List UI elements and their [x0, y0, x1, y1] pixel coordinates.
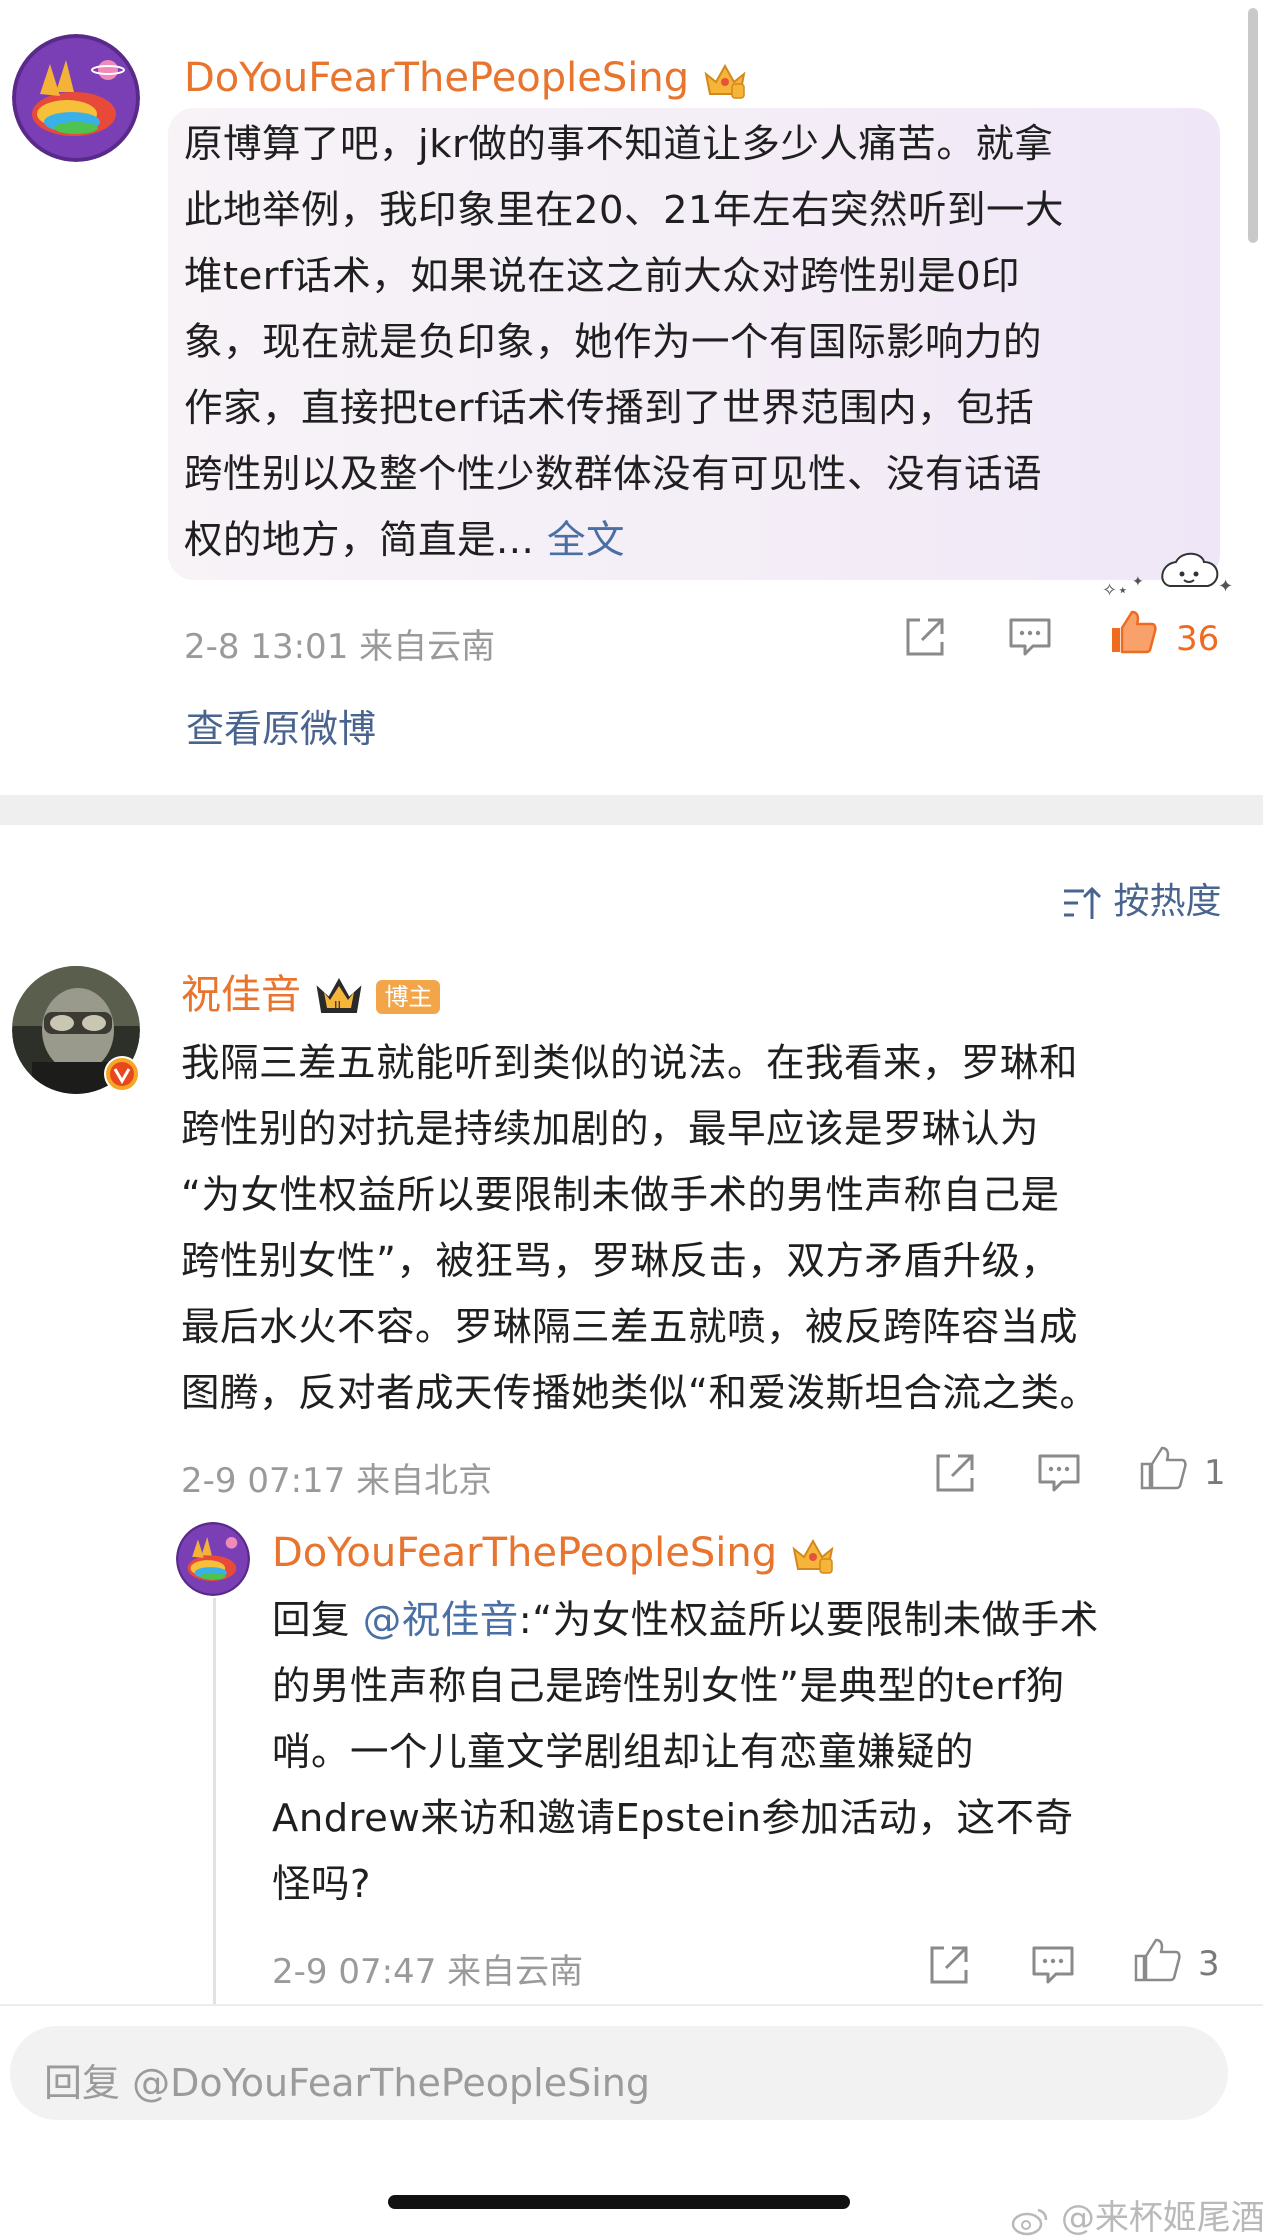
text-line: 我隔三差五就能听到类似的说法。在我看来，罗琳和: [181, 1041, 1079, 1086]
full-text-link[interactable]: 全文: [547, 518, 625, 563]
text-line: 象，现在就是负印象，她作为一个有国际影响力的: [184, 320, 1043, 365]
text-line: 图腾，反对者成天传播她类似“和爱泼斯坦合流之类。: [181, 1371, 1099, 1416]
comment-time: 2-9 07:17 来自北京: [181, 1461, 493, 1501]
text-line: 哨。一个儿童文学剧组却让有恋童嫌疑的: [272, 1730, 975, 1775]
text-line: 的男性声称自己是跨性别女性”是典型的terf狗: [272, 1664, 1065, 1709]
text-line: 跨性别女性”，被狂骂，罗琳反击，双方矛盾升级，: [181, 1239, 1060, 1284]
home-indicator[interactable]: [388, 2195, 850, 2209]
comment-text[interactable]: 我隔三差五就能听到类似的说法。在我看来，罗琳和 跨性别的对抗是持续加剧的，最早应…: [181, 1031, 1241, 1427]
reply-input[interactable]: 回复 @DoYouFearThePeopleSing: [10, 2026, 1228, 2120]
reply-username[interactable]: DoYouFearThePeopleSing: [272, 1533, 836, 1575]
svg-text:✦: ✦: [1218, 576, 1233, 597]
text-line: Andrew来访和邀请Epstein参加活动，这不奇: [272, 1796, 1074, 1841]
reply-placeholder: 回复 @DoYouFearThePeopleSing: [44, 2061, 650, 2105]
svg-text:✧⋆: ✧⋆: [1102, 580, 1128, 601]
share-icon[interactable]: [900, 612, 950, 662]
comment-icon[interactable]: [1028, 1940, 1078, 1990]
thread-line: [213, 1598, 216, 2006]
text-line: 原博算了吧，jkr做的事不知道让多少人痛苦。就拿: [184, 122, 1054, 167]
input-divider: [0, 2004, 1263, 2006]
avatar[interactable]: [176, 1522, 250, 1596]
svg-text:✦: ✦: [1132, 574, 1144, 590]
text-line: 堆terf话术，如果说在这之前大众对跨性别是0印: [184, 254, 1021, 299]
mention-link[interactable]: @祝佳音: [363, 1598, 519, 1643]
sort-toggle[interactable]: 按热度: [1062, 872, 1221, 924]
watermark-text: @来杯姬尾酒: [1060, 2198, 1263, 2237]
like-icon[interactable]: [1132, 1936, 1182, 1986]
crown-icon: II: [316, 977, 362, 1013]
section-divider: [0, 795, 1263, 825]
comment-time: 2-8 13:01 来自云南: [184, 627, 496, 667]
blogger-badge: 博主: [376, 979, 441, 1015]
reply-text[interactable]: 回复 @祝佳音:“为女性权益所以要限制未做手术 的男性声称自己是跨性别女性”是典…: [272, 1588, 1212, 1918]
share-icon[interactable]: [930, 1448, 980, 1498]
svg-text:II: II: [334, 999, 341, 1013]
comment-username[interactable]: 祝佳音 II 博主: [181, 972, 441, 1018]
username-text: DoYouFearThePeopleSing: [272, 1530, 778, 1576]
watermark: @来杯姬尾酒: [1010, 2190, 1263, 2237]
scrollbar[interactable]: [1248, 8, 1258, 243]
comment-username[interactable]: DoYouFearThePeopleSing: [184, 58, 748, 100]
reply-prefix: 回复: [272, 1598, 351, 1643]
crown-icon: [704, 63, 746, 99]
text-line: 跨性别的对抗是持续加剧的，最早应该是罗琳认为: [181, 1107, 1040, 1152]
like-count: 3: [1198, 1944, 1220, 1984]
text-line: 最后水火不容。罗琳隔三差五就喷，被反跨阵容当成: [181, 1305, 1079, 1350]
like-icon[interactable]: [1108, 608, 1158, 658]
text-line: 跨性别以及整个性少数群体没有可见性、没有话语: [184, 452, 1043, 497]
weibo-logo-icon: [1011, 2208, 1048, 2235]
reply-time: 2-9 07:47 来自云南: [272, 1952, 584, 1992]
sort-label: 按热度: [1113, 881, 1222, 922]
text-line: “为女性权益所以要限制未做手术的男性声称自己是: [181, 1173, 1060, 1218]
like-count: 36: [1176, 619, 1220, 659]
comment-icon[interactable]: [1005, 612, 1055, 662]
view-original-link[interactable]: 查看原微博: [186, 698, 376, 753]
like-icon[interactable]: [1138, 1444, 1188, 1494]
comment-text[interactable]: 原博算了吧，jkr做的事不知道让多少人痛苦。就拿 此地举例，我印象里在20、21…: [184, 112, 1204, 574]
avatar[interactable]: [12, 34, 140, 162]
sticker-icon: ✧⋆ ✦ ✦: [1102, 552, 1233, 601]
verified-icon: [104, 1056, 140, 1092]
share-icon[interactable]: [924, 1940, 974, 1990]
username-text: DoYouFearThePeopleSing: [184, 55, 690, 101]
text-line: 怪吗?: [272, 1862, 371, 1907]
text-line: 此地举例，我印象里在20、21年左右突然听到一大: [184, 188, 1064, 233]
text-line: :“为女性权益所以要限制未做手术: [518, 1598, 1099, 1643]
sort-icon: [1064, 886, 1102, 919]
text-line: 作家，直接把terf话术传播到了世界范围内，包括: [184, 386, 1035, 431]
like-count: 1: [1204, 1453, 1226, 1493]
username-text: 祝佳音: [181, 972, 301, 1018]
crown-icon: [792, 1538, 834, 1574]
text-line: 权的地方，简直是...: [184, 518, 535, 563]
comment-icon[interactable]: [1034, 1448, 1084, 1498]
